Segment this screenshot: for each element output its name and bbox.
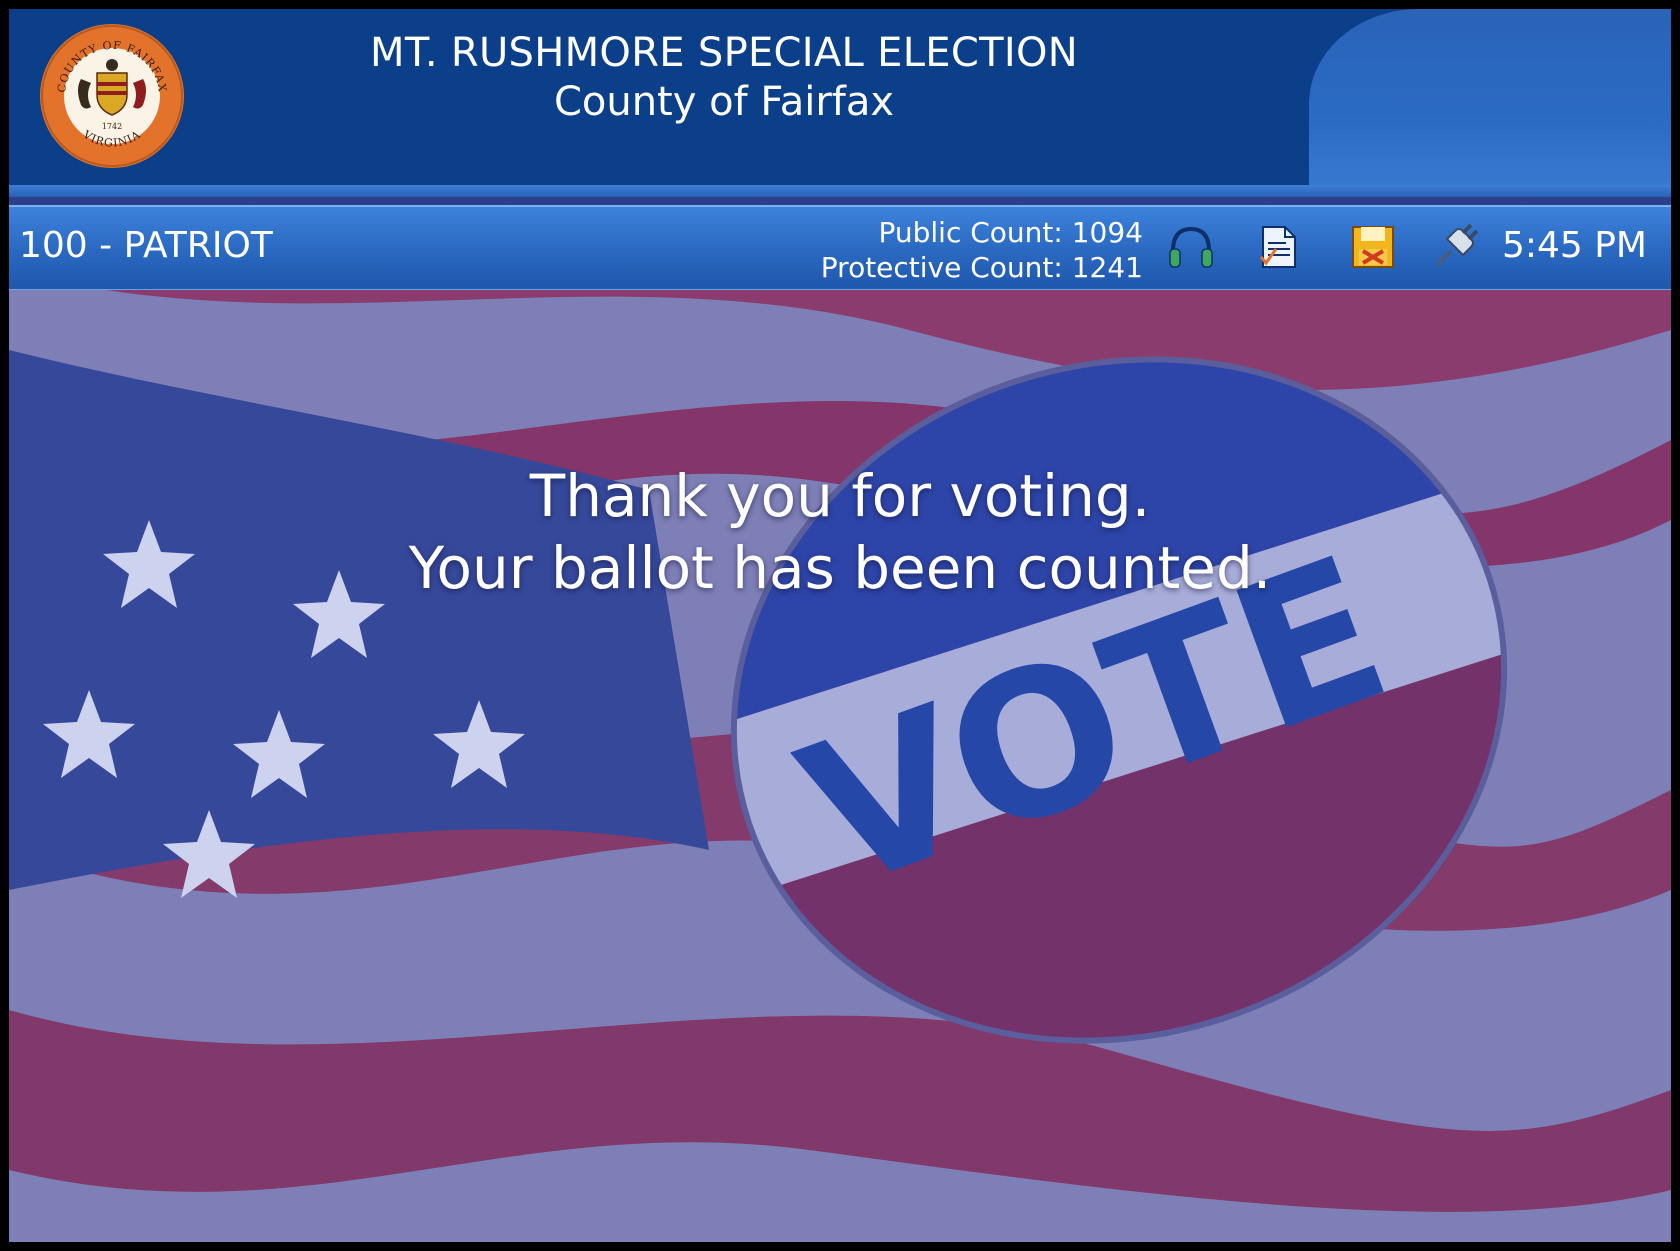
clock: 5:45 PM bbox=[1501, 225, 1647, 266]
header-tab-decoration bbox=[1309, 9, 1671, 195]
headphones-icon[interactable] bbox=[1165, 221, 1217, 273]
ballot-document-icon[interactable] bbox=[1253, 221, 1305, 273]
confirmation-panel: VOTE Thank you for voting. Your ballot h… bbox=[9, 290, 1671, 1242]
voting-screen: COUNTY OF FAIRFAX VIRGINIA 1742 MT. RUSH… bbox=[9, 9, 1671, 1242]
flag-and-vote-badge-background: VOTE bbox=[9, 290, 1671, 1242]
svg-text:1742: 1742 bbox=[102, 122, 122, 131]
precinct-label: 100 - PATRIOT bbox=[19, 225, 273, 266]
ballot-counted-line: Your ballot has been counted. bbox=[408, 534, 1272, 602]
header: COUNTY OF FAIRFAX VIRGINIA 1742 MT. RUSH… bbox=[9, 9, 1671, 197]
public-count: Public Count: 1094 bbox=[878, 216, 1143, 249]
county-name: County of Fairfax bbox=[553, 79, 895, 125]
memory-card-icon[interactable] bbox=[1347, 221, 1399, 273]
protective-count: Protective Count: 1241 bbox=[820, 251, 1143, 284]
election-title-block: MT. RUSHMORE SPECIAL ELECTION County of … bbox=[329, 29, 1119, 127]
thank-you-line: Thank you for voting. bbox=[529, 462, 1151, 530]
header-divider bbox=[9, 185, 1671, 197]
ballot-counts: Public Count: 1094 Protective Count: 124… bbox=[821, 215, 1143, 285]
thank-you-message: Thank you for voting. Your ballot has be… bbox=[9, 460, 1671, 604]
election-title: MT. RUSHMORE SPECIAL ELECTION bbox=[370, 30, 1078, 76]
county-seal-logo: COUNTY OF FAIRFAX VIRGINIA 1742 bbox=[40, 24, 184, 168]
status-bar: 100 - PATRIOT Public Count: 1094 Protect… bbox=[9, 205, 1671, 292]
power-plug-icon[interactable] bbox=[1429, 221, 1481, 273]
